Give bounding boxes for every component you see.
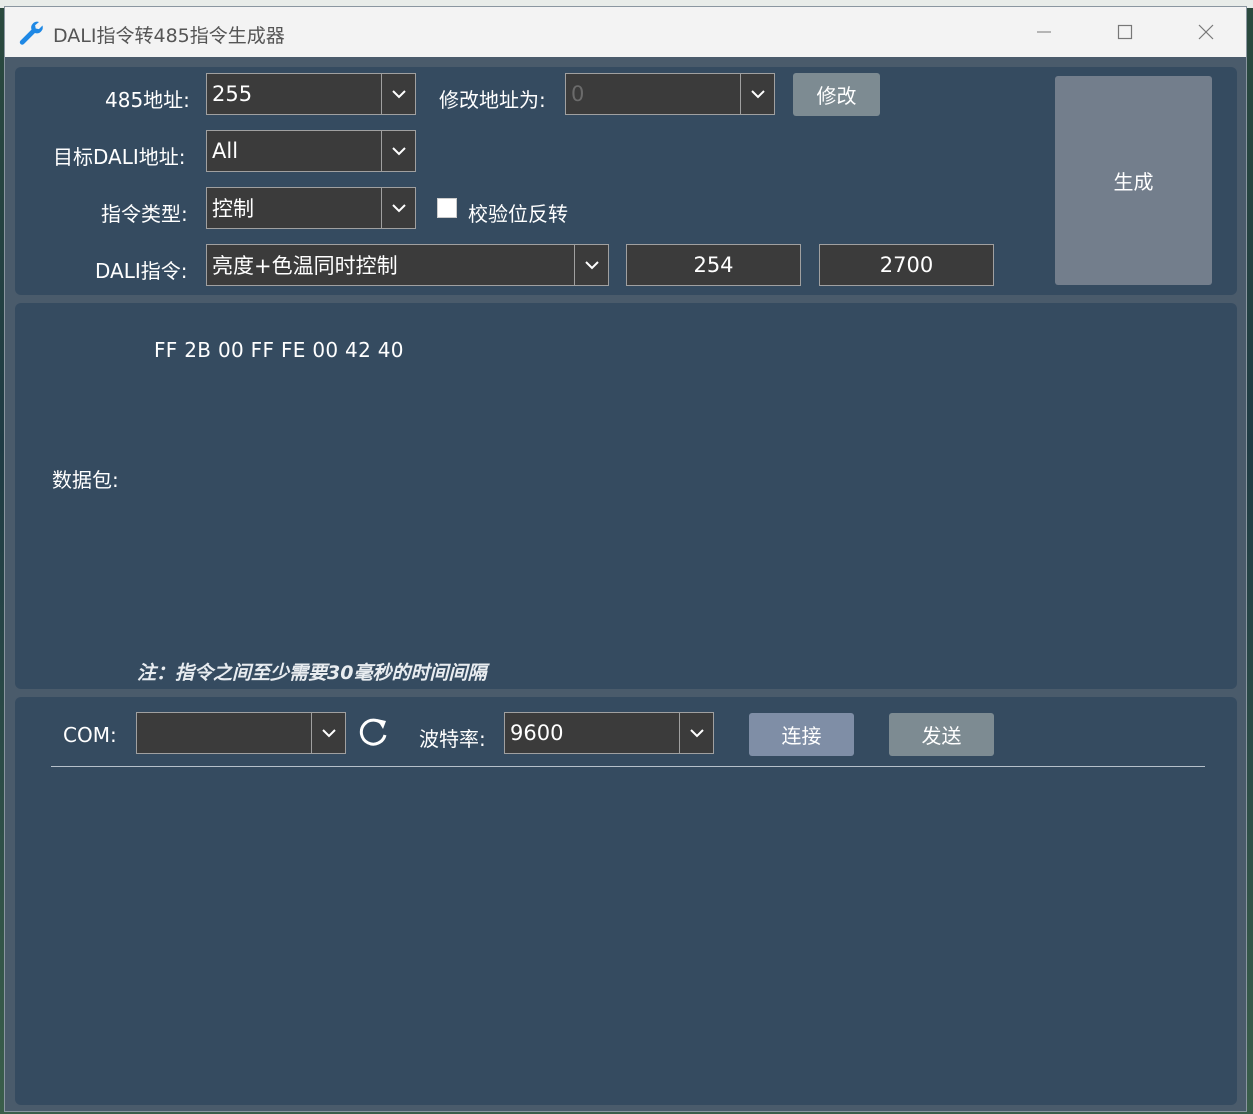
connect-button[interactable]: 连接 xyxy=(749,713,854,756)
minimize-icon xyxy=(1037,31,1051,33)
chevron-down-icon[interactable] xyxy=(311,713,345,753)
modify-addr-value: 0 xyxy=(571,82,585,106)
dali-cmd-label: DALI指令: xyxy=(95,259,188,283)
addr-value: 255 xyxy=(212,82,253,106)
dali-cmd-select[interactable]: 亮度+色温同时控制 xyxy=(206,244,609,286)
wrench-icon xyxy=(19,21,43,45)
checksum-label: 校验位反转 xyxy=(468,202,568,226)
chevron-down-icon[interactable] xyxy=(740,74,774,114)
generate-button[interactable]: 生成 xyxy=(1055,76,1212,285)
baud-label: 波特率: xyxy=(419,727,486,751)
dali-cmd-value: 亮度+色温同时控制 xyxy=(212,254,398,278)
color-temp-input[interactable]: 2700 xyxy=(819,244,994,286)
minimize-button[interactable] xyxy=(1004,7,1084,57)
chevron-down-icon[interactable] xyxy=(381,188,415,228)
modify-button[interactable]: 修改 xyxy=(793,73,880,116)
type-label: 指令类型: xyxy=(101,202,188,226)
chevron-down-icon[interactable] xyxy=(381,74,415,114)
modify-addr-select[interactable]: 0 xyxy=(565,73,775,115)
type-value: 控制 xyxy=(212,197,254,221)
com-label: COM: xyxy=(63,723,117,747)
send-button[interactable]: 发送 xyxy=(889,713,994,756)
packet-panel: FF 2B 00 FF FE 00 42 40 数据包: 注：指令之间至少需要3… xyxy=(15,303,1237,689)
target-addr-value: All xyxy=(212,139,239,163)
chevron-down-icon[interactable] xyxy=(679,713,713,753)
maximize-icon xyxy=(1117,24,1133,40)
checksum-checkbox[interactable] xyxy=(437,198,457,218)
target-addr-label: 目标DALI地址: xyxy=(53,145,186,169)
com-select[interactable] xyxy=(136,712,346,754)
serial-panel: COM: 波特率: 9600 连接 发送 xyxy=(15,697,1237,1105)
interval-note: 注：指令之间至少需要30毫秒的时间间隔 xyxy=(137,662,487,684)
chevron-down-icon[interactable] xyxy=(381,131,415,171)
app-window: DALI指令转485指令生成器 485地址: 255 修改地址为: 0 修改 目… xyxy=(4,6,1247,1112)
type-select[interactable]: 控制 xyxy=(206,187,416,229)
addr-label: 485地址: xyxy=(105,88,190,112)
refresh-icon[interactable] xyxy=(356,716,390,750)
packet-label: 数据包: xyxy=(52,468,119,492)
addr-select[interactable]: 255 xyxy=(206,73,416,115)
config-panel: 485地址: 255 修改地址为: 0 修改 目标DALI地址: All 指令类… xyxy=(15,67,1237,295)
modify-addr-label: 修改地址为: xyxy=(439,88,546,112)
packet-hex: FF 2B 00 FF FE 00 42 40 xyxy=(154,338,404,362)
chevron-down-icon[interactable] xyxy=(574,245,608,285)
divider xyxy=(51,766,1205,767)
close-icon xyxy=(1198,24,1214,40)
brightness-input[interactable]: 254 xyxy=(626,244,801,286)
close-button[interactable] xyxy=(1166,7,1246,57)
target-addr-select[interactable]: All xyxy=(206,130,416,172)
window-title: DALI指令转485指令生成器 xyxy=(53,25,285,47)
title-bar: DALI指令转485指令生成器 xyxy=(5,7,1246,57)
baud-value: 9600 xyxy=(510,721,564,745)
baud-select[interactable]: 9600 xyxy=(504,712,714,754)
maximize-button[interactable] xyxy=(1085,7,1165,57)
